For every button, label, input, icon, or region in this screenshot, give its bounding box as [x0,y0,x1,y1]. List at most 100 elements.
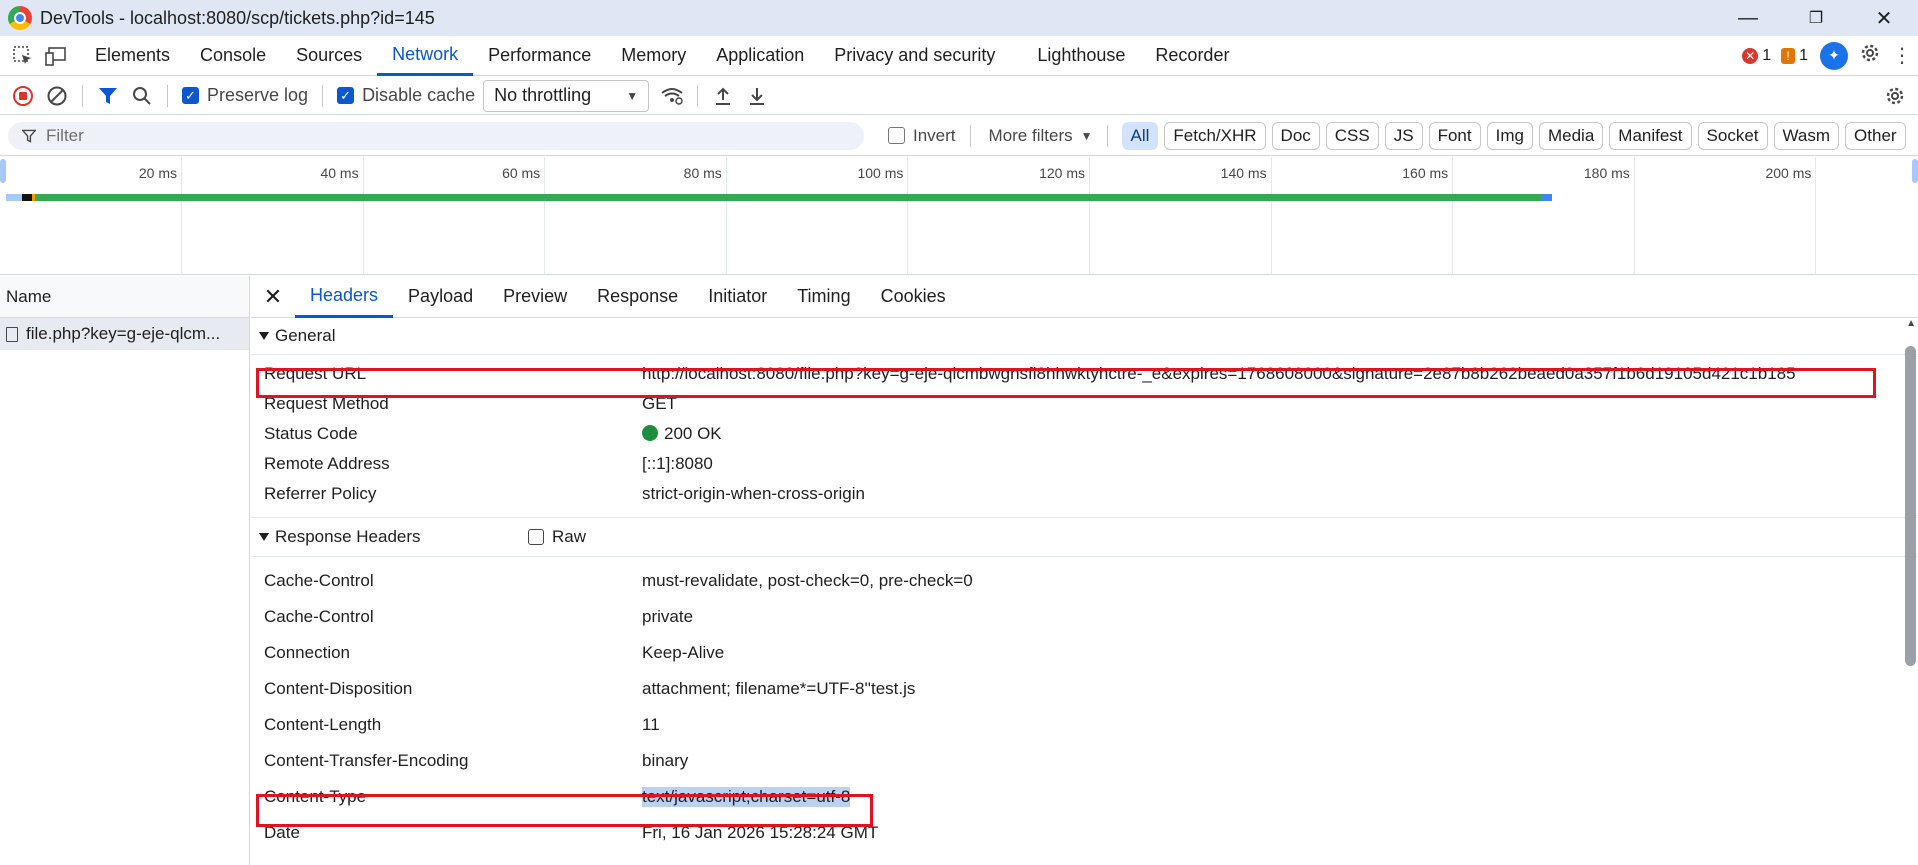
preserve-log-checkbox[interactable]: ✓ Preserve log [176,85,314,106]
filter-chip-js[interactable]: JS [1384,121,1423,150]
file-icon [6,326,18,342]
filter-chip-all[interactable]: All [1121,121,1159,150]
filter-chip-fetch-xhr[interactable]: Fetch/XHR [1164,121,1266,150]
response-header-row: Connection Keep-Alive [251,635,1918,671]
request-row[interactable]: file.php?key=g-eje-qlcm... [0,318,249,350]
timeline-left-handle[interactable] [0,159,6,183]
scroll-up-icon[interactable]: ▲ [1906,318,1916,329]
header-name: Cache-Control [264,607,374,626]
header-name: Connection [264,643,351,662]
filter-chip-font[interactable]: Font [1428,121,1481,150]
timeline-gridline [1089,157,1090,275]
filter-chip-img[interactable]: Img [1486,121,1533,150]
network-settings-gear-icon[interactable] [1878,79,1912,113]
filter-funnel-icon[interactable] [91,79,125,113]
tab-elements[interactable]: Elements [80,36,185,76]
header-name: Referrer Policy [264,484,377,503]
timeline-tick-label: 100 ms [857,165,904,181]
request-bar-waiting [22,194,32,201]
checkbox-empty-icon [528,529,544,545]
tab-application[interactable]: Application [701,36,819,76]
tab-performance[interactable]: Performance [473,36,606,76]
timeline-tick-label: 120 ms [1039,165,1085,181]
restore-button[interactable]: ❐ [1782,0,1850,36]
filter-chip-css[interactable]: CSS [1325,121,1379,150]
detail-tab-timing[interactable]: Timing [782,276,865,318]
settings-gear-icon[interactable] [1858,41,1882,70]
header-value[interactable]: strict-origin-when-cross-origin [642,484,865,504]
ai-assistance-icon[interactable]: ✦ [1820,41,1848,70]
close-detail-button[interactable]: ✕ [251,276,295,318]
detail-tab-cookies[interactable]: Cookies [866,276,961,318]
scrollbar-thumb[interactable] [1905,346,1916,666]
name-column-header[interactable]: Name [0,276,249,318]
filter-chip-doc[interactable]: Doc [1271,121,1320,150]
header-value[interactable]: 200 OK [642,424,722,444]
request-bar-ttfb [35,194,1542,201]
tab-privacy-and-security[interactable]: Privacy and security [819,36,1010,76]
throttling-select[interactable]: No throttling ▼ [483,79,650,112]
inspect-element-icon[interactable] [8,41,38,71]
detail-tab-payload[interactable]: Payload [393,276,488,318]
more-filters-dropdown[interactable]: More filters ▼ [983,126,1099,146]
filter-chip-socket[interactable]: Socket [1697,121,1768,150]
network-conditions-icon[interactable] [655,79,689,113]
detail-tab-preview[interactable]: Preview [488,276,582,318]
warnings-counter[interactable]: ! 1 [1781,47,1808,65]
detail-tab-response[interactable]: Response [582,276,693,318]
detail-tab-initiator[interactable]: Initiator [693,276,782,318]
disable-cache-checkbox[interactable]: ✓ Disable cache [331,85,481,106]
more-options-icon[interactable]: ⋮ [1892,46,1912,66]
export-har-icon[interactable] [740,79,774,113]
header-value[interactable]: 11 [642,715,660,735]
timeline-tick-label: 200 ms [1765,165,1812,181]
detail-tab-headers[interactable]: Headers [295,276,394,318]
timeline-overview[interactable]: 20 ms 40 ms 60 ms 80 ms 100 ms 120 ms 140 ms 16… [0,157,1918,275]
tab-lighthouse[interactable]: Lighthouse [1022,36,1140,76]
warning-icon: ! [1781,47,1796,64]
header-value[interactable]: must-revalidate, post-check=0, pre-check… [642,571,973,591]
tab-memory[interactable]: Memory [606,36,701,76]
search-icon[interactable] [125,79,159,113]
response-headers-section-toggle[interactable]: Response Headers Raw [251,518,1918,556]
general-section-toggle[interactable]: General [251,318,1918,354]
errors-counter[interactable]: ✕ 1 [1742,47,1771,65]
header-value[interactable]: attachment; filename*=UTF-8''test.js [642,679,915,699]
request-bar-download [1542,194,1552,201]
timeline-tick-label: 140 ms [1220,165,1267,181]
invert-checkbox[interactable]: Invert [882,126,962,146]
response-header-row: Content-Transfer-Encoding binary [251,743,1918,779]
raw-checkbox[interactable]: Raw [522,527,592,547]
timeline-gridline [725,157,727,275]
tab-console[interactable]: Console [185,36,281,76]
chrome-logo-icon [8,6,32,30]
header-value[interactable]: [::1]:8080 [642,454,713,474]
header-value[interactable]: Keep-Alive [642,643,724,663]
timeline-gridline [907,157,909,275]
window-title: DevTools - localhost:8080/scp/tickets.ph… [40,7,435,28]
tab-sources[interactable]: Sources [281,36,377,76]
filter-chip-other[interactable]: Other [1845,121,1906,150]
tab-network[interactable]: Network [377,36,474,76]
header-value[interactable]: private [642,607,693,627]
divider [322,84,324,107]
filter-chip-wasm[interactable]: Wasm [1773,121,1840,150]
import-har-icon[interactable] [706,79,740,113]
stop-recording-icon[interactable] [6,79,40,113]
minimize-button[interactable]: — [1714,0,1782,36]
general-row: Referrer Policy strict-origin-when-cross-… [251,479,1918,509]
clear-icon[interactable] [40,79,74,113]
filter-chip-media[interactable]: Media [1538,121,1604,150]
timeline-tick-label: 80 ms [683,165,722,181]
timeline-gridline [181,157,182,275]
tab-recorder[interactable]: Recorder [1140,36,1244,76]
expand-triangle-icon [259,332,269,340]
device-toolbar-icon[interactable] [42,41,72,71]
filter-input[interactable]: Filter [8,121,864,150]
request-detail-pane: ✕ Headers Payload Preview Response Initiator… [251,276,1918,865]
filter-chip-manifest[interactable]: Manifest [1609,121,1692,150]
dropdown-arrow-icon: ▼ [626,88,639,103]
close-window-button[interactable]: ✕ [1850,0,1918,36]
timeline-right-handle[interactable] [1912,159,1918,183]
header-value[interactable]: binary [642,751,688,771]
